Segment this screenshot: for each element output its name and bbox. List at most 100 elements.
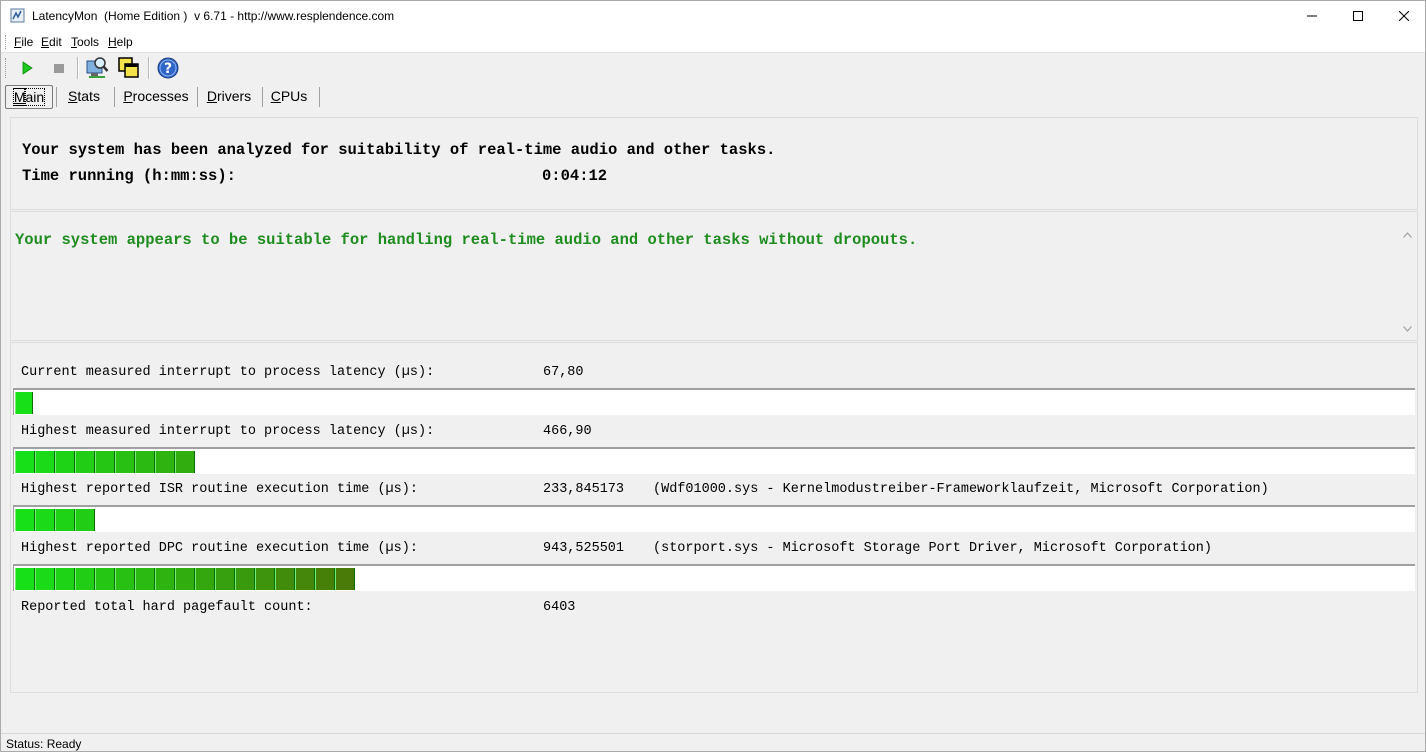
tab-separator	[56, 87, 57, 107]
latency-bar-fill	[15, 509, 95, 531]
toolbar-separator-2	[148, 57, 150, 79]
tab-strip: Main Stats Processes Drivers C PUs	[1, 83, 1425, 109]
time-running-label: Time running (h:mm:ss):	[22, 167, 236, 185]
scroll-down-icon[interactable]	[1403, 326, 1412, 332]
latency-bar-track	[13, 564, 1415, 591]
latency-bar-fill	[15, 568, 355, 590]
latency-bar-segment	[75, 509, 95, 531]
toolbar: ?	[1, 53, 1425, 83]
tab-stats-rest: tats	[77, 88, 100, 104]
metrics-panel: Current measured interrupt to process la…	[10, 342, 1418, 693]
latency-bar-segment	[55, 568, 75, 590]
stop-button[interactable]	[47, 56, 71, 80]
menu-help-accel: H	[108, 35, 117, 49]
tab-separator	[262, 87, 263, 107]
latency-bar-segment	[215, 568, 235, 590]
latency-bar-segment	[315, 568, 335, 590]
metric-value: 67,80	[543, 365, 584, 380]
verdict-scrollbar[interactable]	[1400, 230, 1415, 340]
menu-help[interactable]: Help	[108, 35, 133, 49]
tab-separator	[114, 87, 115, 107]
metric-detail: (Wdf01000.sys - Kernelmodustreiber-Frame…	[653, 482, 1269, 497]
status-text: Status: Ready	[6, 737, 82, 751]
metric-value: 233,845173	[543, 482, 625, 497]
menu-tools-rest: ools	[77, 35, 100, 49]
latency-bar-segment	[115, 568, 135, 590]
latency-bar-segment	[15, 451, 35, 473]
tab-separator	[319, 87, 320, 107]
analyze-button[interactable]	[85, 56, 109, 80]
metric-label: Reported total hard pagefault count:	[21, 600, 313, 615]
maximize-button[interactable]	[1335, 1, 1381, 31]
latency-bar-segment	[175, 568, 195, 590]
menu-edit-rest: dit	[49, 35, 62, 49]
metric-value: 943,525501	[543, 541, 625, 556]
latency-bar-segment	[15, 568, 35, 590]
time-running-value: 0:04:12	[542, 167, 608, 185]
latency-bar-segment	[115, 451, 135, 473]
latency-bar-segment	[15, 509, 35, 531]
latency-bar-segment	[55, 509, 75, 531]
menu-edit[interactable]: Edit	[41, 35, 62, 49]
latency-bar-segment	[335, 568, 355, 590]
latencymon-window: LatencyMon (Home Edition ) v 6.71 - http…	[0, 0, 1426, 752]
latency-bar-segment	[35, 451, 55, 473]
metric-label: Current measured interrupt to process la…	[21, 365, 435, 380]
help-button[interactable]: ?	[156, 56, 180, 80]
tab-processes[interactable]: Processes	[117, 85, 195, 107]
latency-bar-segment	[295, 568, 315, 590]
tab-drivers[interactable]: Drivers	[200, 85, 258, 107]
menu-tools[interactable]: Tools	[71, 35, 99, 49]
tab-main-accel: M	[12, 88, 27, 106]
tab-main[interactable]: Main	[5, 85, 53, 109]
latency-bar-segment	[235, 568, 255, 590]
close-button[interactable]	[1381, 1, 1425, 31]
tab-processes-rest: rocesses	[132, 88, 189, 104]
tab-stats[interactable]: Stats	[59, 85, 109, 107]
latency-bar-track	[13, 447, 1415, 474]
help-icon: ?	[157, 57, 179, 79]
latency-bar-segment	[255, 568, 275, 590]
toolbar-separator	[77, 57, 79, 79]
latency-bar-track	[13, 388, 1415, 415]
scroll-up-icon[interactable]	[1403, 232, 1412, 238]
menu-grip	[5, 35, 8, 49]
status-bar: Status: Ready	[1, 733, 1425, 751]
latency-bar-segment	[55, 451, 75, 473]
menu-bar: File Edit Tools Help	[1, 32, 1425, 53]
menu-file[interactable]: File	[14, 35, 33, 49]
start-button[interactable]	[15, 56, 39, 80]
app-icon	[10, 8, 25, 23]
metric-value: 6403	[543, 600, 576, 615]
tab-processes-accel: P	[123, 88, 133, 104]
latency-bar-fill	[15, 392, 33, 414]
latency-bar-segment	[275, 568, 295, 590]
stop-icon	[54, 64, 64, 73]
windows-button[interactable]	[117, 56, 141, 80]
tab-drivers-rest: rivers	[216, 88, 252, 104]
minimize-button[interactable]	[1289, 1, 1335, 31]
metric-value: 466,90	[543, 424, 592, 439]
latency-bar-segment	[75, 568, 95, 590]
windows-icon	[118, 57, 139, 78]
maximize-icon	[1353, 11, 1363, 21]
latency-bar-segment	[195, 568, 215, 590]
tab-main-label: Main	[12, 88, 46, 106]
latency-bar-segment	[35, 509, 55, 531]
tab-cpus[interactable]: C PUs	[265, 85, 313, 107]
latency-bar-track	[13, 505, 1415, 532]
latency-bar-segment	[75, 451, 95, 473]
tab-cpus-accel: C	[270, 88, 281, 104]
verdict-panel[interactable]: Your system appears to be suitable for h…	[10, 211, 1418, 341]
latency-bar-fill	[15, 451, 195, 473]
title-bar[interactable]: LatencyMon (Home Edition ) v 6.71 - http…	[1, 1, 1425, 32]
svg-text:?: ?	[164, 61, 172, 77]
tab-stats-accel: S	[68, 88, 78, 104]
tab-separator	[197, 87, 198, 107]
verdict-text: Your system appears to be suitable for h…	[15, 231, 918, 249]
close-icon	[1399, 11, 1409, 21]
latency-bar-segment	[135, 568, 155, 590]
latency-bar-segment	[15, 392, 33, 414]
toolbar-grip	[5, 58, 8, 78]
latency-bar-segment	[95, 568, 115, 590]
